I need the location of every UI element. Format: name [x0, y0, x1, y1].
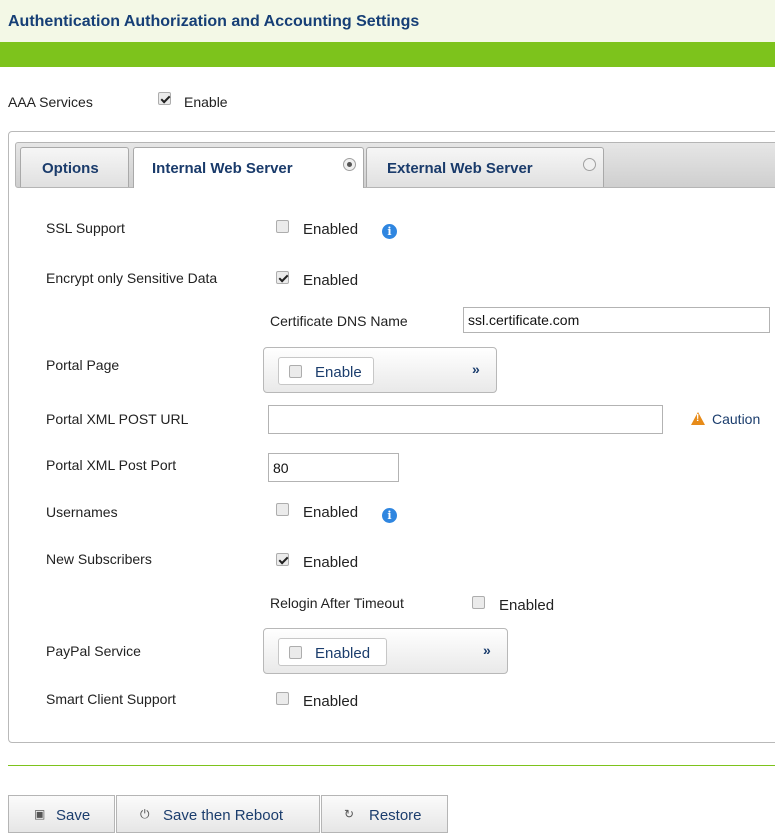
title-underline-bar	[0, 42, 775, 67]
tab-options[interactable]: Options	[20, 147, 129, 187]
save-then-reboot-button-label: Save then Reboot	[163, 807, 284, 824]
aaa-services-enable-label: Enable	[184, 94, 228, 110]
internal-web-server-radio[interactable]	[343, 158, 356, 171]
portal-page-label: Portal Page	[46, 357, 120, 373]
restore-button[interactable]: ↻ Restore	[321, 795, 448, 833]
usernames-label: Usernames	[46, 504, 118, 520]
tab-external-web-server[interactable]: External Web Server	[366, 147, 604, 187]
save-button-label: Save	[56, 807, 91, 824]
title-bar: Authentication Authorization and Account…	[0, 0, 775, 42]
power-icon: ⏻	[140, 807, 150, 821]
portal-page-slider[interactable]: Enable »	[263, 347, 497, 393]
restore-button-label: Restore	[369, 807, 422, 824]
encrypt-sensitive-checkbox[interactable]	[276, 271, 289, 284]
certificate-dns-name-label: Certificate DNS Name	[270, 313, 408, 329]
paypal-service-checkbox[interactable]	[289, 646, 302, 659]
footer-separator	[8, 765, 775, 766]
portal-page-enable-button[interactable]: Enable	[278, 357, 374, 385]
usernames-checkbox[interactable]	[276, 503, 289, 516]
save-then-reboot-button[interactable]: ⏻ Save then Reboot	[116, 795, 320, 833]
save-button[interactable]: ▣ Save	[8, 795, 115, 833]
usernames-enabled-label: Enabled	[303, 504, 359, 521]
portal-xml-post-port-label: Portal XML Post Port	[46, 457, 177, 473]
tab-options-label: Options	[42, 160, 99, 177]
portal-page-checkbox[interactable]	[289, 365, 302, 378]
page-title: Authentication Authorization and Account…	[8, 13, 420, 30]
paypal-service-enabled-button[interactable]: Enabled	[278, 638, 387, 666]
caution-label: Caution	[712, 411, 761, 427]
certificate-dns-name-input[interactable]	[463, 307, 770, 333]
paypal-service-label: PayPal Service	[46, 643, 141, 659]
chevron-double-right-icon[interactable]: »	[483, 642, 491, 658]
new-subscribers-enabled-label: Enabled	[303, 554, 359, 571]
relogin-after-timeout-checkbox[interactable]	[472, 596, 485, 609]
tab-internal-web-server-label: Internal Web Server	[152, 160, 293, 177]
encrypt-sensitive-label: Encrypt only Sensitive Data	[46, 270, 218, 286]
ssl-support-label: SSL Support	[46, 220, 125, 236]
chevron-double-right-icon[interactable]: »	[472, 361, 480, 377]
portal-xml-post-url-input[interactable]	[268, 405, 663, 434]
tab-strip: Options Internal Web Server External Web…	[15, 142, 775, 188]
tab-internal-web-server[interactable]: Internal Web Server	[133, 147, 364, 188]
external-web-server-radio[interactable]	[583, 158, 596, 171]
ssl-support-checkbox[interactable]	[276, 220, 289, 233]
smart-client-support-checkbox[interactable]	[276, 692, 289, 705]
aaa-services-checkbox[interactable]	[158, 92, 171, 105]
aaa-services-label: AAA Services	[8, 94, 93, 110]
info-icon[interactable]: i	[382, 224, 397, 239]
paypal-service-slider[interactable]: Enabled »	[263, 628, 508, 674]
relogin-after-timeout-label: Relogin After Timeout	[270, 595, 404, 611]
undo-icon: ↻	[344, 807, 355, 821]
portal-page-enable-label: Enable	[315, 364, 362, 381]
portal-xml-post-port-input[interactable]	[268, 453, 399, 482]
floppy-disk-icon: ▣	[34, 807, 46, 821]
encrypt-sensitive-enabled-label: Enabled	[303, 272, 359, 289]
smart-client-support-enabled-label: Enabled	[303, 693, 359, 710]
new-subscribers-checkbox[interactable]	[276, 553, 289, 566]
smart-client-support-label: Smart Client Support	[46, 691, 176, 707]
ssl-support-enabled-label: Enabled	[303, 221, 359, 238]
paypal-service-enabled-label: Enabled	[315, 645, 371, 662]
portal-xml-post-url-label: Portal XML POST URL	[46, 411, 189, 427]
info-icon[interactable]: i	[382, 508, 397, 523]
warning-icon	[691, 412, 705, 425]
tab-external-web-server-label: External Web Server	[387, 160, 533, 177]
new-subscribers-label: New Subscribers	[46, 551, 152, 567]
relogin-after-timeout-enabled-label: Enabled	[499, 597, 555, 614]
